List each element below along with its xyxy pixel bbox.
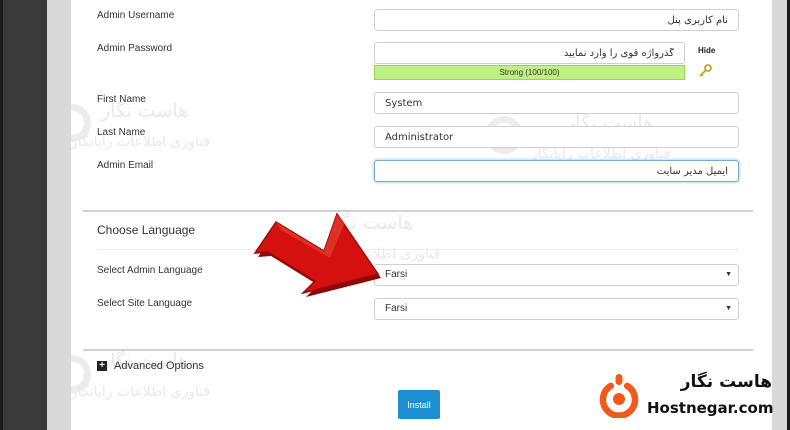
admin-email-label: Admin Email: [97, 160, 154, 171]
last-name-field[interactable]: [374, 126, 739, 148]
admin-password-field[interactable]: [374, 42, 685, 64]
watermark-subtitle: فناوری اطلاعات رایانگار: [71, 384, 211, 400]
install-button[interactable]: Install: [398, 390, 440, 419]
logo-domain-text: Hostnegar.com: [647, 399, 774, 417]
last-name-label: Last Name: [97, 127, 146, 138]
key-icon[interactable]: [698, 64, 712, 78]
hide-password-link[interactable]: Hide: [698, 46, 715, 55]
install-form-panel: هاست نگار فناوری اطلاعات رایانگار هاست ن…: [71, 0, 772, 430]
password-strength-meter: Strong (100/100): [374, 65, 685, 80]
section-divider: [83, 210, 753, 212]
first-name-label: First Name: [97, 94, 146, 105]
left-gutter: [47, 0, 71, 430]
right-gutter: [772, 0, 787, 430]
divider: [97, 249, 739, 250]
chevron-down-icon: ▼: [725, 271, 732, 278]
watermark-logo-icon: [71, 355, 91, 393]
site-language-label: Select Site Language: [97, 298, 193, 309]
admin-email-field[interactable]: [374, 160, 739, 182]
first-name-field[interactable]: [374, 92, 739, 114]
advanced-options-label: Advanced Options: [114, 360, 204, 372]
admin-username-field[interactable]: [374, 9, 739, 31]
admin-language-value: Farsi: [385, 269, 408, 280]
hostnegar-logo: هاست نگار Hostnegar.com: [592, 372, 782, 424]
admin-password-label: Admin Password: [97, 43, 173, 54]
admin-language-select[interactable]: Farsi ▼: [374, 264, 739, 286]
watermark-logo-icon: [71, 104, 91, 142]
choose-language-heading: Choose Language: [97, 223, 196, 237]
logo-persian-text: هاست نگار: [680, 372, 772, 392]
left-frame: [3, 0, 47, 430]
watermark-title: هاست نگار: [326, 212, 414, 234]
chevron-down-icon: ▼: [725, 305, 732, 312]
section-divider: [83, 349, 753, 351]
site-language-select[interactable]: Farsi ▼: [374, 298, 739, 320]
site-language-value: Farsi: [385, 303, 408, 314]
admin-language-label: Select Admin Language: [97, 265, 203, 276]
advanced-options-toggle[interactable]: + Advanced Options: [97, 360, 204, 372]
hostnegar-logo-icon: [599, 374, 639, 418]
admin-username-label: Admin Username: [97, 10, 175, 21]
plus-square-icon: +: [97, 361, 107, 371]
